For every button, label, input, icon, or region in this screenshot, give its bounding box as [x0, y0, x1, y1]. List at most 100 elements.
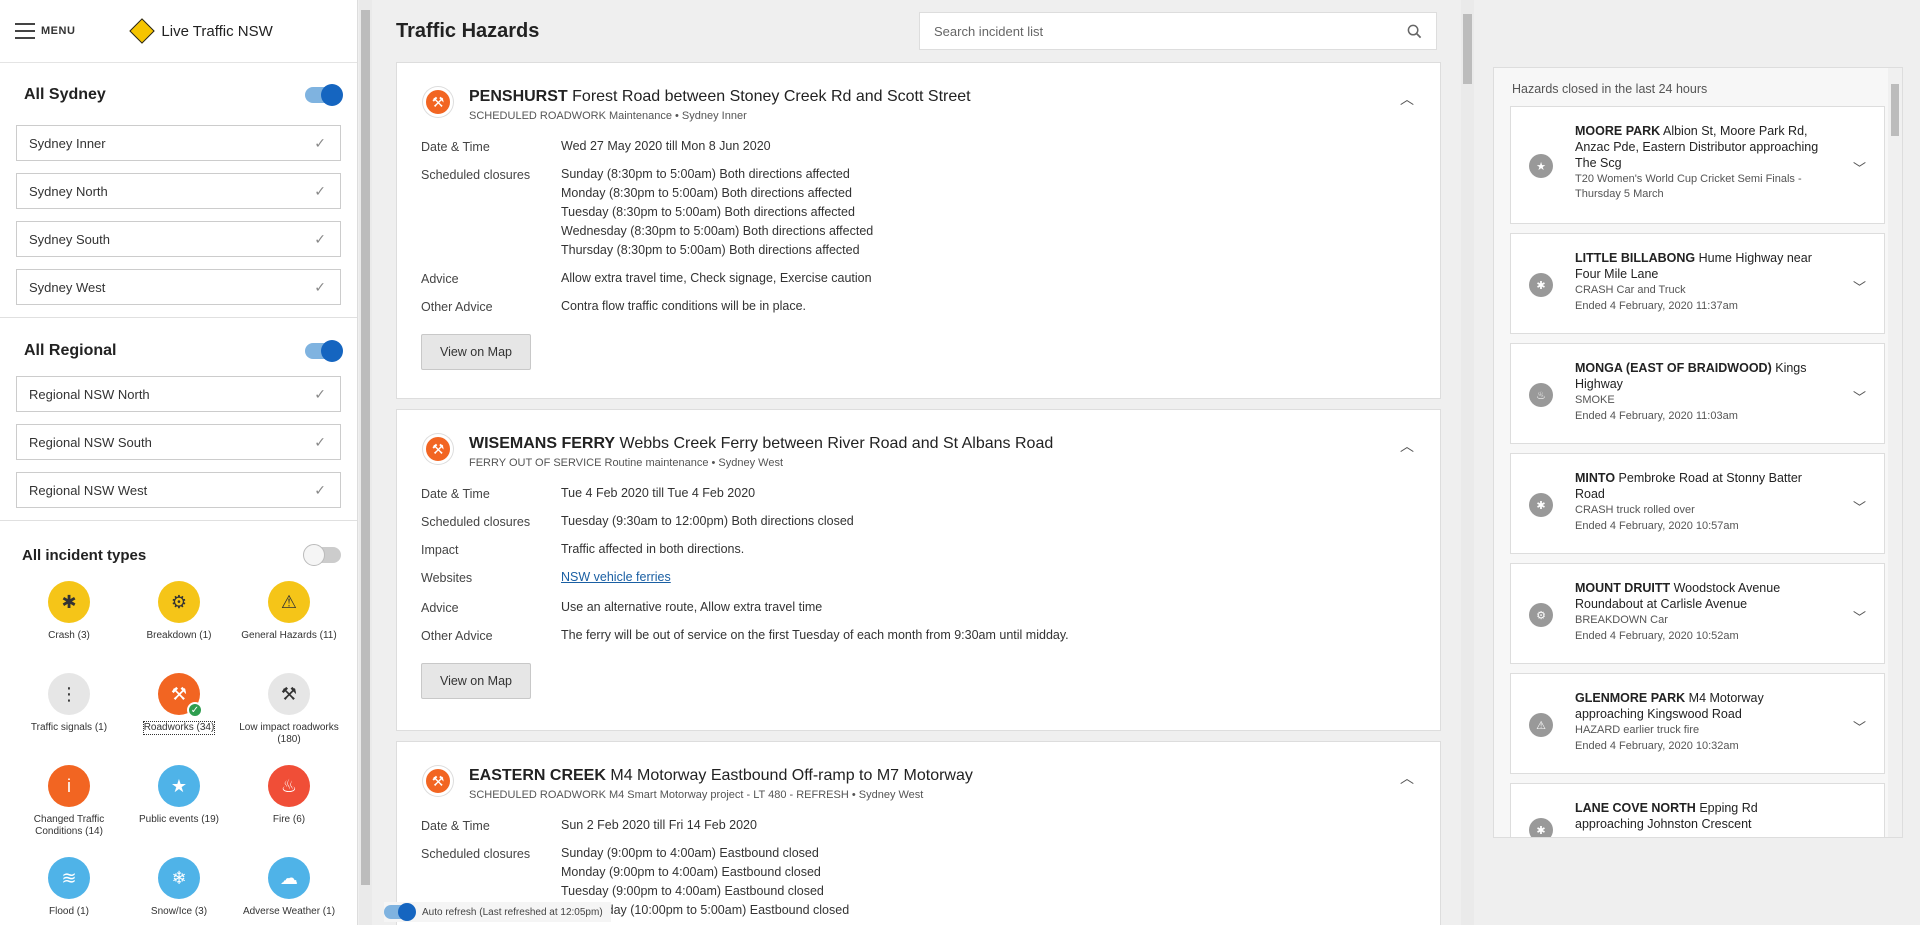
sidebar-scrollbar[interactable] [359, 0, 372, 925]
region-item-sydney-west[interactable]: Sydney West ✓ [16, 269, 341, 305]
detail-value: Use an alternative route, Allow extra tr… [561, 598, 822, 617]
closure-line: Thursday (8:30pm to 5:00am) Both directi… [561, 243, 860, 257]
view-on-map-button[interactable]: View on Map [421, 334, 531, 370]
closed-hazard-item[interactable]: ⚠ GLENMORE PARK M4 Motorway approaching K… [1510, 673, 1885, 774]
brand-logo-link[interactable]: Live Traffic NSW [129, 18, 273, 44]
search-box[interactable] [919, 12, 1437, 50]
closed-hazard-item[interactable]: ✱ LITTLE BILLABONG Hume Highway near Four… [1510, 233, 1885, 334]
all-regional-toggle[interactable] [305, 340, 343, 362]
incident-type-low-impact-roadworks[interactable]: ⚒ Low impact roadworks (180) [234, 673, 344, 759]
detail-value: Tue 4 Feb 2020 till Tue 4 Feb 2020 [561, 484, 755, 503]
incident-card-header[interactable]: ⚒ WISEMANS FERRY Webbs Creek Ferry betwee… [397, 410, 1440, 469]
main-content: Traffic Hazards ⚒ PENSHURST Forest Road b… [396, 0, 1441, 925]
detail-value-text: Tuesday (9:30am to 12:00pm) Both directi… [561, 514, 854, 528]
incident-type-label: Low impact roadworks (180) [239, 722, 339, 745]
closed-hazard-item[interactable]: ♨ MONGA (EAST OF BRAIDWOOD) Kings Highway… [1510, 343, 1885, 444]
incident-type-weather[interactable]: ☁ Adverse Weather (1) [234, 857, 344, 925]
search-icon[interactable] [1407, 24, 1422, 39]
sidebar-scrollbar-thumb[interactable] [361, 10, 370, 885]
incident-type-traffic-signal[interactable]: ⋮ Traffic signals (1) [14, 673, 124, 759]
expand-chevron-icon[interactable]: ﹀ [1853, 277, 1866, 296]
detail-value: Wed 27 May 2020 till Mon 8 Jun 2020 [561, 137, 771, 156]
detail-label: Scheduled closures [421, 515, 531, 529]
view-on-map-button[interactable]: View on Map [421, 663, 531, 699]
incident-type-hazard[interactable]: ⚠ General Hazards (11) [234, 581, 344, 667]
main-scrollbar[interactable] [1461, 0, 1474, 925]
roadworks-icon: ⚒ ✓ [158, 673, 203, 718]
hazard-title: MINTO Pembroke Road at Stonny Batter Roa… [1575, 470, 1825, 502]
checkmark-icon: ✓ [314, 278, 326, 295]
traffic-signal-icon: ⋮ [48, 673, 90, 715]
collapse-chevron-icon[interactable]: ︿ [1400, 768, 1414, 788]
expand-chevron-icon[interactable]: ﹀ [1853, 607, 1866, 626]
checkmark-icon: ✓ [314, 134, 326, 151]
incident-type-info[interactable]: i Changed Traffic Conditions (14) [14, 765, 124, 851]
incident-details: Date & Time Tue 4 Feb 2020 till Tue 4 Feb… [397, 469, 1440, 645]
incident-type-label: Snow/Ice (3) [150, 906, 208, 917]
incident-type-label: Public events (19) [138, 814, 220, 825]
incident-type-fire[interactable]: ♨ Fire (6) [234, 765, 344, 851]
detail-row: Other Advice The ferry will be out of ser… [421, 628, 1440, 645]
incident-heading: PENSHURST Forest Road between Stoney Cre… [469, 87, 971, 122]
region-item-regional-south[interactable]: Regional NSW South ✓ [16, 424, 341, 460]
detail-value: Sunday (8:30pm to 5:00am) Both direction… [561, 165, 873, 260]
incident-type-breakdown[interactable]: ⚙ Breakdown (1) [124, 581, 234, 667]
roadworks-icon: ⚒ [423, 87, 453, 117]
hamburger-menu-icon[interactable] [15, 23, 35, 39]
detail-value-text: The ferry will be out of service on the … [561, 628, 1069, 642]
menu-label[interactable]: MENU [41, 25, 75, 37]
closed-hazards-title: Hazards closed in the last 24 hours [1512, 82, 1708, 96]
hazard-suburb: GLENMORE PARK [1575, 691, 1686, 705]
hazard-ended-time: Ended 4 February, 2020 10:52am [1575, 630, 1739, 642]
brand-name: Live Traffic NSW [161, 22, 273, 40]
region-item-regional-north[interactable]: Regional NSW North ✓ [16, 376, 341, 412]
panel-scrollbar[interactable] [1888, 68, 1902, 837]
closure-line: Sunday (9:00pm to 4:00am) Eastbound clos… [561, 846, 819, 860]
incident-type-flood[interactable]: ≋ Flood (1) [14, 857, 124, 925]
detail-row: Date & Time Wed 27 May 2020 till Mon 8 Ju… [421, 137, 1440, 156]
incident-type-snowflake[interactable]: ❄ Snow/Ice (3) [124, 857, 234, 925]
region-item-sydney-north[interactable]: Sydney North ✓ [16, 173, 341, 209]
expand-chevron-icon[interactable]: ﹀ [1853, 717, 1866, 736]
flood-icon: ≋ [48, 857, 90, 899]
hazard-text: GLENMORE PARK M4 Motorway approaching Ki… [1575, 690, 1825, 754]
auto-refresh-toggle[interactable] [384, 903, 416, 921]
region-item-sydney-south[interactable]: Sydney South ✓ [16, 221, 341, 257]
incident-type-label: Changed Traffic Conditions (14) [33, 814, 105, 837]
collapse-chevron-icon[interactable]: ︿ [1400, 436, 1414, 456]
main-scrollbar-thumb[interactable] [1463, 14, 1472, 84]
incident-type-crash[interactable]: ✱ Crash (3) [14, 581, 124, 667]
panel-scrollbar-thumb[interactable] [1891, 84, 1899, 136]
collapse-chevron-icon[interactable]: ︿ [1400, 89, 1414, 109]
closed-hazard-item[interactable]: ⚙ MOUNT DRUITT Woodstock Avenue Roundabou… [1510, 563, 1885, 664]
page-title: Traffic Hazards [396, 20, 540, 42]
hazard-text: MINTO Pembroke Road at Stonny Batter Roa… [1575, 470, 1825, 534]
hazard-suburb: LANE COVE NORTH [1575, 801, 1696, 815]
star-icon: ★ [158, 765, 200, 807]
all-sydney-toggle[interactable] [305, 84, 343, 106]
closed-hazard-item[interactable]: ★ MOORE PARK Albion St, Moore Park Rd, An… [1510, 106, 1885, 224]
incident-card-header[interactable]: ⚒ EASTERN CREEK M4 Motorway Eastbound Off… [397, 742, 1440, 801]
snowflake-icon: ❄ [158, 857, 200, 899]
incident-subtitle: SCHEDULED ROADWORK M4 Smart Motorway pro… [469, 789, 924, 801]
incident-type-star[interactable]: ★ Public events (19) [124, 765, 234, 851]
closed-hazard-item[interactable]: ✱ LANE COVE NORTH Epping Rd approaching J… [1510, 783, 1885, 837]
all-incident-types-toggle[interactable] [303, 544, 341, 566]
region-item-sydney-inner[interactable]: Sydney Inner ✓ [16, 125, 341, 161]
expand-chevron-icon[interactable]: ﹀ [1853, 497, 1866, 516]
hazard-title: GLENMORE PARK M4 Motorway approaching Ki… [1575, 690, 1825, 722]
top-bar: MENU Live Traffic NSW [0, 0, 357, 63]
incident-type-roadworks[interactable]: ⚒ ✓ Roadworks (34) [124, 673, 234, 759]
checkmark-icon: ✓ [314, 481, 326, 498]
breakdown-icon: ⚙ [1529, 603, 1553, 627]
incident-card-header[interactable]: ⚒ PENSHURST Forest Road between Stoney Cr… [397, 63, 1440, 122]
search-input[interactable] [934, 23, 1407, 39]
expand-chevron-icon[interactable]: ﹀ [1853, 387, 1866, 406]
expand-chevron-icon[interactable]: ﹀ [1853, 158, 1866, 177]
auto-refresh-label: Auto refresh (Last refreshed at 12:05pm) [422, 906, 603, 918]
ferries-link[interactable]: NSW vehicle ferries [561, 570, 671, 584]
region-label: Sydney South [29, 231, 110, 247]
closed-hazard-item[interactable]: ✱ MINTO Pembroke Road at Stonny Batter Ro… [1510, 453, 1885, 554]
detail-value-text: Wed 27 May 2020 till Mon 8 Jun 2020 [561, 139, 771, 153]
region-item-regional-west[interactable]: Regional NSW West ✓ [16, 472, 341, 508]
